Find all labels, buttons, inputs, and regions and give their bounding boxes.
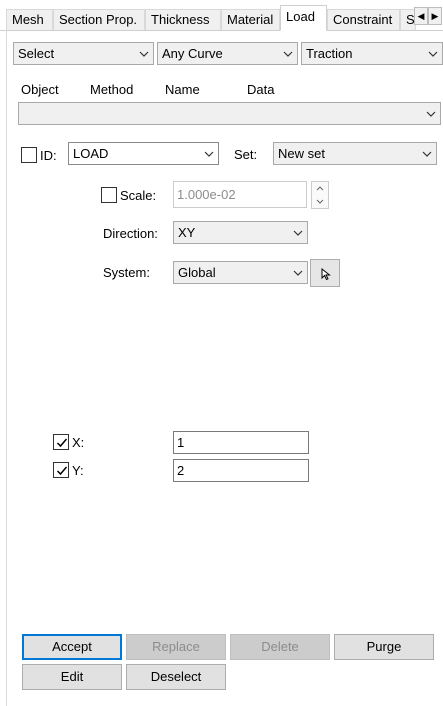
- system-label: System:: [103, 265, 150, 280]
- scale-checkbox[interactable]: [101, 187, 117, 203]
- chevron-down-icon: [293, 268, 303, 278]
- cursor-arrow-icon: [320, 267, 332, 284]
- chevron-down-icon: [283, 49, 293, 59]
- system-select[interactable]: Global: [173, 261, 308, 284]
- tab-material[interactable]: Material: [221, 9, 280, 31]
- chevron-down-icon: [204, 149, 214, 159]
- replace-button[interactable]: Replace: [126, 634, 226, 660]
- header-method: Method: [90, 82, 134, 97]
- tab-constraint[interactable]: Constraint: [327, 9, 400, 31]
- checkmark-icon: [56, 438, 68, 448]
- set-label: Set:: [234, 147, 258, 162]
- panel-frame: [6, 30, 443, 706]
- x-component-label: X:: [72, 435, 85, 450]
- tab-bar: Mesh Section Prop. Thickness Material Lo…: [0, 0, 443, 31]
- direction-label: Direction:: [103, 226, 158, 241]
- stepper-down-icon[interactable]: [312, 195, 328, 208]
- tab-scroll-buttons: ◀ ▶: [414, 7, 443, 27]
- x-component-checkbox[interactable]: [53, 434, 69, 450]
- chevron-down-icon: [139, 49, 149, 59]
- tab-mesh[interactable]: Mesh: [6, 9, 53, 31]
- load-type-select-value: Traction: [306, 46, 353, 61]
- scale-stepper[interactable]: [311, 181, 329, 209]
- y-component-checkbox[interactable]: [53, 462, 69, 478]
- curve-select-value: Any Curve: [162, 46, 223, 61]
- x-component-input[interactable]: 1: [173, 431, 309, 454]
- chevron-down-icon: [428, 49, 438, 59]
- chevron-down-icon: [293, 228, 303, 238]
- tab-thickness[interactable]: Thickness: [145, 9, 221, 31]
- set-select-value: New set: [278, 146, 325, 161]
- header-object: Object: [21, 82, 59, 97]
- id-select-value: LOAD: [73, 146, 109, 161]
- tab-load[interactable]: Load: [280, 5, 327, 31]
- tab-label: Mesh: [12, 12, 44, 27]
- header-name: Name: [165, 82, 200, 97]
- y-component-label: Y:: [72, 463, 84, 478]
- object-list-select[interactable]: [18, 102, 441, 125]
- edit-button[interactable]: Edit: [22, 664, 122, 690]
- curve-select[interactable]: Any Curve: [157, 42, 298, 65]
- id-label: ID:: [40, 148, 57, 163]
- tab-section-prop[interactable]: Section Prop.: [53, 9, 145, 31]
- system-pick-button[interactable]: [310, 259, 340, 287]
- direction-select[interactable]: XY: [173, 221, 308, 244]
- action-select[interactable]: Select: [13, 42, 154, 65]
- header-data: Data: [247, 82, 275, 97]
- chevron-down-icon: [422, 149, 432, 159]
- tab-scroll-right-icon[interactable]: ▶: [428, 7, 442, 25]
- tab-label: Section Prop.: [59, 12, 138, 27]
- id-select[interactable]: LOAD: [68, 142, 219, 165]
- tab-scroll-left-icon[interactable]: ◀: [414, 7, 428, 25]
- stepper-up-icon[interactable]: [312, 182, 328, 195]
- scale-label: Scale:: [120, 188, 157, 203]
- delete-button[interactable]: Delete: [230, 634, 330, 660]
- accept-button[interactable]: Accept: [22, 634, 122, 660]
- checkmark-icon: [56, 466, 68, 476]
- system-select-value: Global: [178, 265, 216, 280]
- tab-label: Load: [286, 9, 315, 24]
- chevron-down-icon: [426, 109, 436, 119]
- y-component-input[interactable]: 2: [173, 459, 309, 482]
- tab-label: Material: [227, 12, 274, 27]
- tab-label: Thickness: [151, 12, 210, 27]
- direction-select-value: XY: [178, 225, 196, 240]
- load-type-select[interactable]: Traction: [301, 42, 443, 65]
- tab-label: Constraint: [333, 12, 393, 27]
- scale-input[interactable]: 1.000e-02: [173, 181, 307, 208]
- purge-button[interactable]: Purge: [334, 634, 434, 660]
- deselect-button[interactable]: Deselect: [126, 664, 226, 690]
- action-select-value: Select: [18, 46, 55, 61]
- id-checkbox[interactable]: [21, 147, 37, 163]
- set-select[interactable]: New set: [273, 142, 437, 165]
